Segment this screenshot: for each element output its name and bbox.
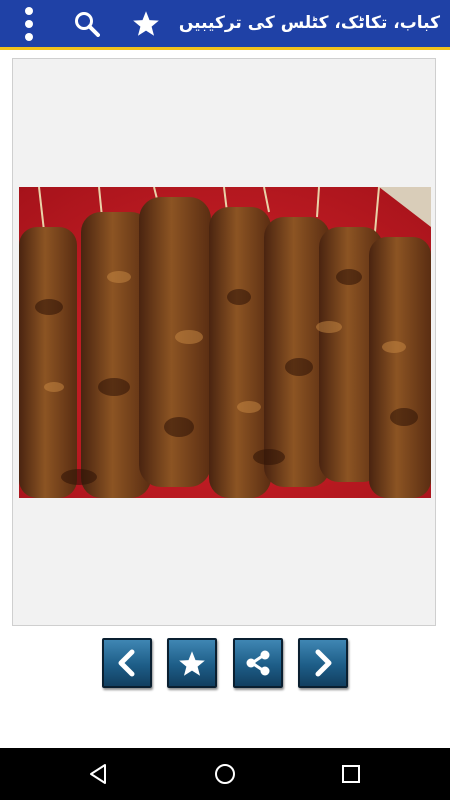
favorite-button[interactable]	[167, 638, 217, 688]
navigation-controls	[0, 638, 450, 692]
share-icon	[246, 650, 270, 676]
kebab-skewers-image	[19, 187, 431, 498]
next-button[interactable]	[298, 638, 348, 688]
back-icon	[90, 764, 106, 784]
app-bar: کباب، تکاٹک، کٹلس کی ترکیبیں	[0, 0, 450, 50]
previous-icon	[118, 649, 135, 677]
more-vert-icon	[25, 6, 33, 41]
next-icon	[315, 649, 332, 677]
favorites-button[interactable]	[128, 0, 164, 47]
search-icon	[75, 11, 100, 37]
previous-button[interactable]	[102, 638, 152, 688]
page-title: کباب، تکاٹک، کٹلس کی ترکیبیں	[178, 13, 440, 33]
favorite-star-icon	[179, 650, 205, 676]
recipe-photo[interactable]	[19, 187, 431, 498]
search-button[interactable]	[70, 0, 104, 47]
system-navigation-bar	[0, 748, 450, 800]
back-button[interactable]	[68, 748, 128, 800]
recents-button[interactable]	[321, 748, 381, 800]
home-icon	[215, 764, 235, 784]
star-icon	[133, 11, 159, 36]
more-menu-button[interactable]	[14, 0, 44, 47]
recents-icon	[342, 765, 360, 783]
share-button[interactable]	[233, 638, 283, 688]
home-button[interactable]	[195, 748, 255, 800]
